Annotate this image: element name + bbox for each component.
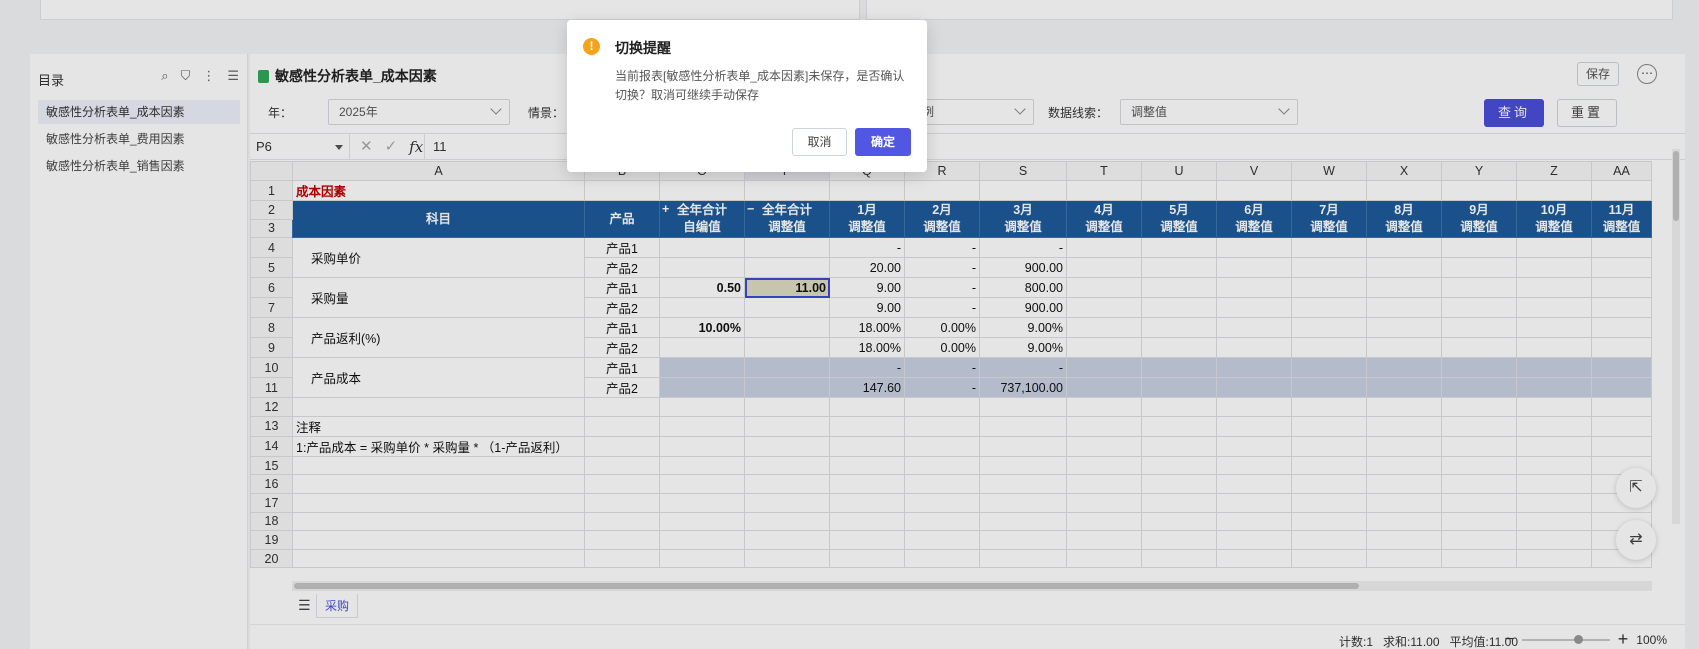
dialog-title: 切换提醒 xyxy=(615,40,671,56)
modal-overlay[interactable]: ! 切换提醒 当前报表[敏感性分析表单_成本因素]未保存，是否确认切换？取消可继… xyxy=(0,0,1699,649)
confirm-button[interactable]: 确定 xyxy=(855,128,911,156)
switch-confirm-dialog: ! 切换提醒 当前报表[敏感性分析表单_成本因素]未保存，是否确认切换？取消可继… xyxy=(567,20,927,172)
cancel-button[interactable]: 取消 xyxy=(792,128,847,156)
warning-icon: ! xyxy=(583,38,600,55)
app-page: 目录 ⌕ ⛉ ⋮ ☰ 敏感性分析表单_成本因素 敏感性分析表单_费用因素 敏感性… xyxy=(0,0,1699,649)
dialog-message: 当前报表[敏感性分析表单_成本因素]未保存，是否确认切换？取消可继续手动保存 xyxy=(615,69,905,102)
